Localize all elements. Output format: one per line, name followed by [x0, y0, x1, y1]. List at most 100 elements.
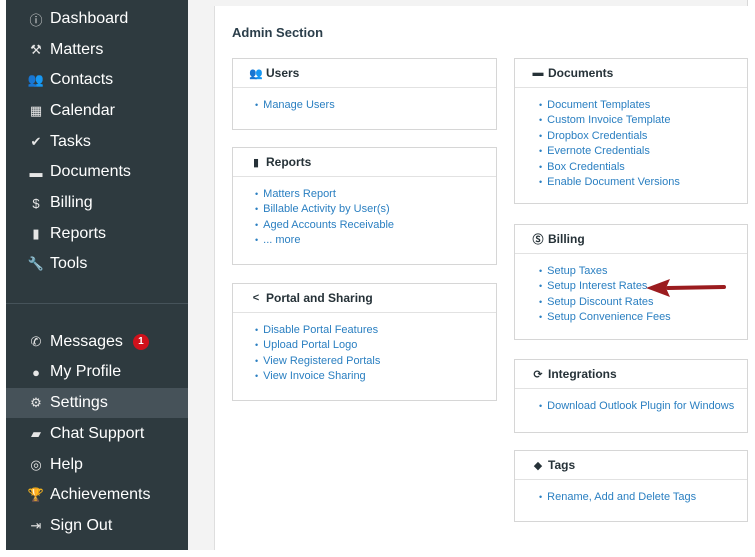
sidebar-item-settings[interactable]: ⚙ Settings — [6, 388, 188, 418]
trophy-icon: 🏆 — [27, 487, 45, 502]
upload-portal-logo-link[interactable]: Upload Portal Logo — [255, 338, 496, 354]
lifebuoy-icon: ◎ — [30, 457, 42, 472]
panel-title: Documents — [548, 66, 614, 80]
sidebar-item-label: Settings — [50, 394, 108, 411]
panel-title: Users — [266, 66, 300, 80]
sidebar-item-dashboard[interactable]: ⓘ Dashboard — [6, 4, 188, 34]
billable-activity-link[interactable]: Billable Activity by User(s) — [255, 202, 496, 218]
sidebar-item-label: Tools — [50, 255, 88, 272]
enable-document-versions-link[interactable]: Enable Document Versions — [539, 175, 747, 191]
pointer-arrow-icon — [646, 279, 726, 297]
sidebar-item-tasks[interactable]: ✔ Tasks — [6, 127, 188, 157]
sidebar-item-help[interactable]: ◎ Help — [6, 450, 188, 480]
matters-report-link[interactable]: Matters Report — [255, 186, 496, 202]
dropbox-credentials-link[interactable]: Dropbox Credentials — [539, 128, 747, 144]
sidebar-item-contacts[interactable]: 👥 Contacts — [6, 65, 188, 95]
folder-icon: ▬ — [532, 67, 544, 79]
users-icon: 👥 — [249, 67, 263, 80]
sidebar-item-label: Reports — [50, 225, 107, 242]
users-panel: 👥 Users Manage Users — [232, 58, 497, 130]
panel-header: < Portal and Sharing — [233, 284, 496, 313]
panel-title: Billing — [548, 232, 585, 246]
panel-links: Document Templates Custom Invoice Templa… — [515, 88, 747, 190]
bar-chart-icon: ▮ — [252, 156, 260, 169]
sidebar-item-my-profile[interactable]: ● My Profile — [6, 357, 188, 387]
calendar-icon: ▦ — [29, 103, 43, 118]
sidebar-item-messages[interactable]: ✆ Messages 1 — [6, 327, 188, 357]
folder-icon: ▬ — [29, 164, 43, 180]
rename-add-delete-tags-link[interactable]: Rename, Add and Delete Tags — [539, 489, 747, 505]
dollar-circle-icon: Ⓢ — [532, 234, 544, 246]
sidebar-item-label: Dashboard — [50, 10, 129, 27]
sidebar-item-documents[interactable]: ▬ Documents — [6, 157, 188, 187]
panel-title: Portal and Sharing — [266, 291, 373, 305]
integrations-panel: ⟳ Integrations Download Outlook Plugin f… — [514, 359, 748, 433]
panel-links: Download Outlook Plugin for Windows — [515, 389, 747, 414]
panel-links: Rename, Add and Delete Tags — [515, 480, 747, 505]
sidebar-item-label: My Profile — [50, 363, 122, 380]
more-reports-link[interactable]: ... more — [255, 233, 496, 249]
share-icon: < — [252, 292, 260, 304]
sidebar-item-label: Calendar — [50, 102, 115, 119]
view-registered-portals-link[interactable]: View Registered Portals — [255, 353, 496, 369]
box-credentials-link[interactable]: Box Credentials — [539, 159, 747, 175]
aged-accounts-receivable-link[interactable]: Aged Accounts Receivable — [255, 217, 496, 233]
user-icon: ● — [32, 364, 40, 380]
sidebar-item-label: Tasks — [50, 133, 91, 150]
panel-header: ◆ Tags — [515, 451, 747, 480]
panel-header: ▮ Reports — [233, 148, 496, 177]
download-outlook-plugin-link[interactable]: Download Outlook Plugin for Windows — [539, 398, 747, 414]
sidebar-item-chat-support[interactable]: ▰ Chat Support — [6, 419, 188, 449]
panel-links: Matters Report Billable Activity by User… — [233, 177, 496, 248]
panel-links: Disable Portal Features Upload Portal Lo… — [233, 313, 496, 384]
gear-icon: ⚙ — [30, 395, 42, 410]
check-icon: ✔ — [30, 134, 42, 149]
evernote-credentials-link[interactable]: Evernote Credentials — [539, 144, 747, 160]
disable-portal-features-link[interactable]: Disable Portal Features — [255, 322, 496, 338]
unread-count-badge: 1 — [132, 334, 149, 350]
panel-title: Reports — [266, 155, 312, 169]
panel-links: Manage Users — [233, 88, 496, 113]
sidebar-item-label: Help — [50, 456, 83, 473]
panel-header: Ⓢ Billing — [515, 225, 747, 254]
sidebar-item-label: Sign Out — [50, 517, 113, 534]
sidebar: ⓘ Dashboard ⚒ Matters 👥 Contacts ▦ Calen… — [6, 0, 188, 550]
sign-out-icon: ⇥ — [30, 518, 42, 533]
custom-invoice-template-link[interactable]: Custom Invoice Template — [539, 113, 747, 129]
sync-icon: ⟳ — [533, 368, 543, 381]
sidebar-divider — [6, 303, 188, 304]
panel-title: Integrations — [548, 367, 617, 381]
document-templates-link[interactable]: Document Templates — [539, 97, 747, 113]
sidebar-item-tools[interactable]: 🔧 Tools — [6, 249, 188, 279]
tag-icon: ◆ — [533, 459, 543, 472]
sidebar-item-billing[interactable]: $ Billing — [6, 188, 188, 218]
sidebar-item-label: Chat Support — [50, 425, 145, 442]
dollar-circle-icon: $ — [32, 195, 40, 211]
documents-panel: ▬ Documents Document Templates Custom In… — [514, 58, 748, 204]
chat-icon: ▰ — [31, 426, 41, 441]
sidebar-item-label: Contacts — [50, 71, 114, 88]
panel-header: 👥 Users — [233, 59, 496, 88]
view-invoice-sharing-link[interactable]: View Invoice Sharing — [255, 369, 496, 385]
sidebar-item-calendar[interactable]: ▦ Calendar — [6, 96, 188, 126]
sidebar-item-label: Documents — [50, 163, 131, 180]
sidebar-item-matters[interactable]: ⚒ Matters — [6, 35, 188, 65]
sidebar-item-reports[interactable]: ▮ Reports — [6, 219, 188, 249]
sidebar-item-sign-out[interactable]: ⇥ Sign Out — [6, 511, 188, 541]
setup-convenience-fees-link[interactable]: Setup Convenience Fees — [539, 310, 747, 326]
reports-panel: ▮ Reports Matters Report Billable Activi… — [232, 147, 497, 265]
wrench-icon: 🔧 — [27, 256, 45, 271]
contacts-icon: 👥 — [27, 72, 45, 87]
panel-header: ▬ Documents — [515, 59, 747, 88]
info-circle-icon: ⓘ — [29, 12, 43, 28]
sidebar-item-achievements[interactable]: 🏆 Achievements — [6, 480, 188, 510]
phone-icon: ✆ — [30, 334, 42, 349]
sidebar-item-label: Messages — [50, 333, 123, 350]
sidebar-item-label: Billing — [50, 194, 93, 211]
panel-title: Tags — [548, 458, 576, 472]
manage-users-link[interactable]: Manage Users — [255, 97, 496, 113]
tags-panel: ◆ Tags Rename, Add and Delete Tags — [514, 450, 748, 522]
gavel-icon: ⚒ — [30, 42, 42, 57]
sidebar-item-label: Achievements — [50, 486, 151, 503]
sidebar-item-label: Matters — [50, 41, 104, 58]
